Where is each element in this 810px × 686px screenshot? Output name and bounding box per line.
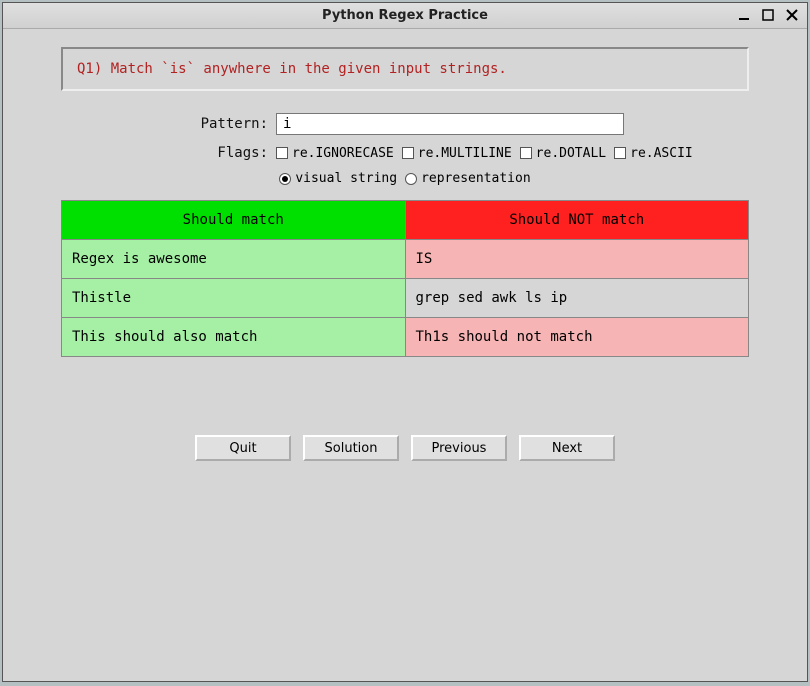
pattern-row: Pattern: [61, 113, 749, 135]
header-should-not-match: Should NOT match [405, 201, 749, 240]
radio-label: representation [421, 171, 531, 186]
flags-checkboxes: re.IGNORECASE re.MULTILINE re.DOTALL re.… [276, 146, 693, 161]
nomatch-cell: IS [405, 240, 749, 279]
checkbox-icon [276, 147, 288, 159]
radio-icon [405, 173, 417, 185]
quit-button[interactable]: Quit [195, 435, 291, 461]
solution-button[interactable]: Solution [303, 435, 399, 461]
table-row: Thistle grep sed awk ls ip [62, 279, 749, 318]
flag-multiline[interactable]: re.MULTILINE [402, 146, 512, 161]
question-text: Q1) Match `is` anywhere in the given inp… [61, 47, 749, 91]
pattern-label: Pattern: [61, 116, 276, 132]
checkbox-icon [402, 147, 414, 159]
flag-dotall[interactable]: re.DOTALL [520, 146, 606, 161]
table-row: Regex is awesome IS [62, 240, 749, 279]
match-cell: This should also match [62, 318, 406, 357]
view-mode-radios: visual string representation [279, 171, 530, 186]
flag-label: re.DOTALL [536, 146, 606, 161]
titlebar: Python Regex Practice [3, 3, 807, 29]
view-mode-row: visual string representation [61, 171, 749, 186]
header-should-match: Should match [62, 201, 406, 240]
table-row: This should also match Th1s should not m… [62, 318, 749, 357]
maximize-button[interactable] [759, 6, 777, 24]
close-icon [786, 9, 798, 21]
radio-representation[interactable]: representation [405, 171, 531, 186]
previous-button[interactable]: Previous [411, 435, 507, 461]
minimize-button[interactable] [735, 6, 753, 24]
results-table: Should match Should NOT match Regex is a… [61, 200, 749, 357]
window-title: Python Regex Practice [3, 8, 807, 23]
next-button[interactable]: Next [519, 435, 615, 461]
flag-label: re.ASCII [630, 146, 693, 161]
flag-ascii[interactable]: re.ASCII [614, 146, 693, 161]
flag-ignorecase[interactable]: re.IGNORECASE [276, 146, 394, 161]
maximize-icon [762, 9, 774, 21]
radio-icon [279, 173, 291, 185]
button-row: Quit Solution Previous Next [61, 435, 749, 461]
flag-label: re.IGNORECASE [292, 146, 394, 161]
window-buttons [735, 6, 801, 24]
match-cell: Regex is awesome [62, 240, 406, 279]
close-button[interactable] [783, 6, 801, 24]
flags-row: Flags: re.IGNORECASE re.MULTILINE re.DOT… [61, 145, 749, 161]
match-cell: Thistle [62, 279, 406, 318]
checkbox-icon [614, 147, 626, 159]
flags-label: Flags: [61, 145, 276, 161]
radio-label: visual string [295, 171, 397, 186]
form-area: Pattern: Flags: re.IGNORECASE re.MULTILI… [61, 113, 749, 186]
minimize-icon [738, 9, 750, 21]
radio-visual-string[interactable]: visual string [279, 171, 397, 186]
nomatch-cell: Th1s should not match [405, 318, 749, 357]
checkbox-icon [520, 147, 532, 159]
flag-label: re.MULTILINE [418, 146, 512, 161]
pattern-input[interactable] [276, 113, 624, 135]
nomatch-cell: grep sed awk ls ip [405, 279, 749, 318]
content-area: Q1) Match `is` anywhere in the given inp… [3, 29, 807, 681]
app-window: Python Regex Practice Q1) Match `is` any… [2, 2, 808, 682]
